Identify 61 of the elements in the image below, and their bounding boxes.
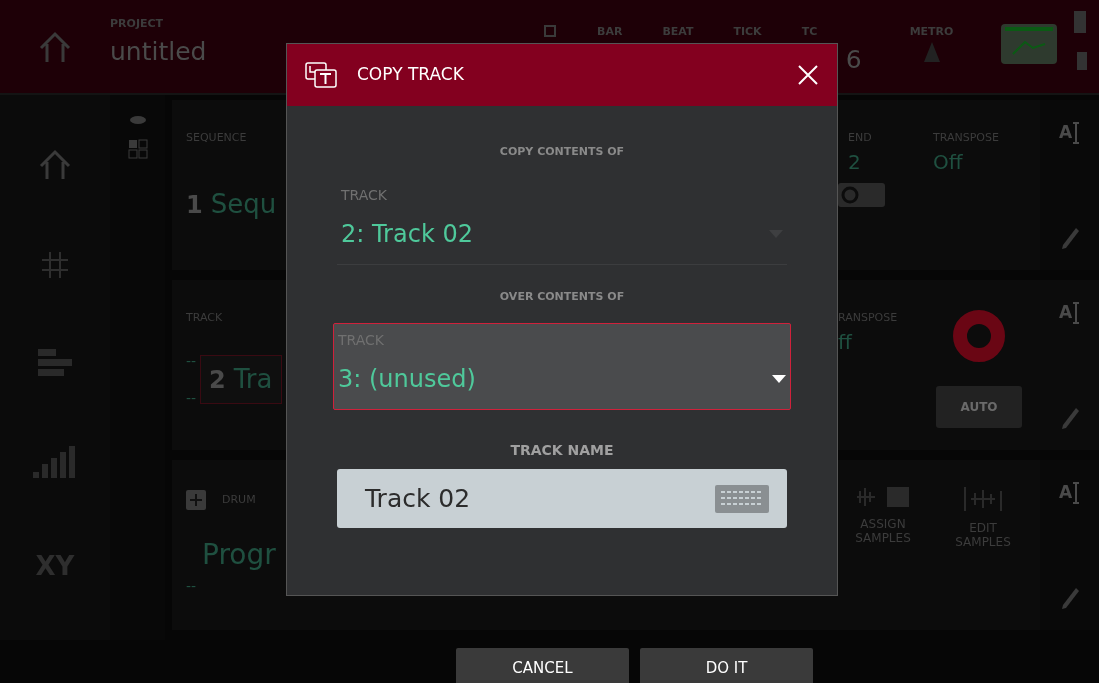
home-icon[interactable] (37, 29, 73, 64)
pencil-icon[interactable] (1059, 406, 1080, 430)
dialog-title: COPY TRACK (357, 63, 465, 87)
bars-icon[interactable] (38, 349, 72, 377)
dash-text: -- (186, 351, 197, 371)
track-number: 2 (209, 365, 226, 396)
counter-label: TC (801, 24, 818, 40)
close-icon[interactable] (797, 64, 819, 86)
grid-icon[interactable] (40, 250, 70, 281)
field-value: Off (933, 148, 964, 176)
rename-button[interactable]: A (1058, 300, 1081, 326)
auto-button[interactable]: AUTO (936, 386, 1022, 428)
dash-text: -- (186, 577, 198, 596)
track-number: 1 (186, 189, 203, 221)
automation-icon[interactable] (1001, 24, 1058, 64)
pads-icon[interactable] (127, 139, 148, 159)
rename-button[interactable]: A (1058, 120, 1081, 146)
sequence-name: Sequ (210, 187, 277, 221)
text-cursor-icon (1072, 481, 1081, 504)
counter-label: TICK (733, 24, 762, 40)
copy-track-icon (305, 62, 337, 88)
pencil-icon[interactable] (1059, 226, 1080, 250)
rename-button[interactable]: A (1058, 480, 1081, 506)
signal-icon[interactable] (33, 445, 77, 478)
track-selector[interactable]: 2 Tra (200, 355, 282, 404)
counter-value: 6 (845, 46, 862, 72)
field-label: PROJECT (110, 16, 165, 32)
clock-icon (543, 24, 557, 38)
rename-letter: A (1058, 121, 1073, 144)
rename-letter: A (1058, 481, 1073, 504)
pencil-icon[interactable] (1059, 586, 1080, 610)
text-cursor-icon (1072, 301, 1081, 324)
text-cursor-icon (1072, 121, 1081, 144)
plus-icon[interactable] (186, 490, 206, 510)
dash-text: -- (186, 388, 197, 408)
waveform-markers-icon (963, 485, 1003, 513)
field-value: ff (838, 328, 854, 356)
project-name: untitled (110, 35, 208, 68)
dialog-button[interactable]: DO IT (640, 648, 813, 683)
waveform-grid-icon (855, 485, 911, 509)
counter-label: BAR (597, 24, 623, 40)
rename-letter: A (1058, 301, 1073, 324)
keyboard-icon[interactable] (715, 484, 769, 513)
counter-label: BEAT (662, 24, 694, 40)
name-field[interactable]: Track 02 (337, 469, 787, 528)
program-name: Progr (202, 537, 277, 573)
field-value: 2 (848, 148, 862, 176)
toggle-switch[interactable] (838, 182, 885, 207)
record-icon[interactable] (953, 310, 1005, 362)
eye-icon[interactable] (128, 115, 147, 125)
battery-icon (1073, 8, 1087, 34)
dialog-button[interactable]: CANCEL (456, 648, 629, 683)
metronome-icon[interactable] (922, 40, 941, 63)
metronome-label: METRO (909, 24, 954, 40)
section-heading: COPY CONTENTS OF (498, 144, 626, 160)
track-dropdown[interactable]: TRACK 2: Track 02 (337, 178, 787, 265)
caret-icon (772, 375, 786, 383)
section-heading: OVER CONTENTS OF (498, 288, 626, 305)
field-label: TRACK NAME (509, 441, 615, 460)
home-icon[interactable] (38, 149, 72, 182)
track-name: Tra (233, 363, 273, 396)
